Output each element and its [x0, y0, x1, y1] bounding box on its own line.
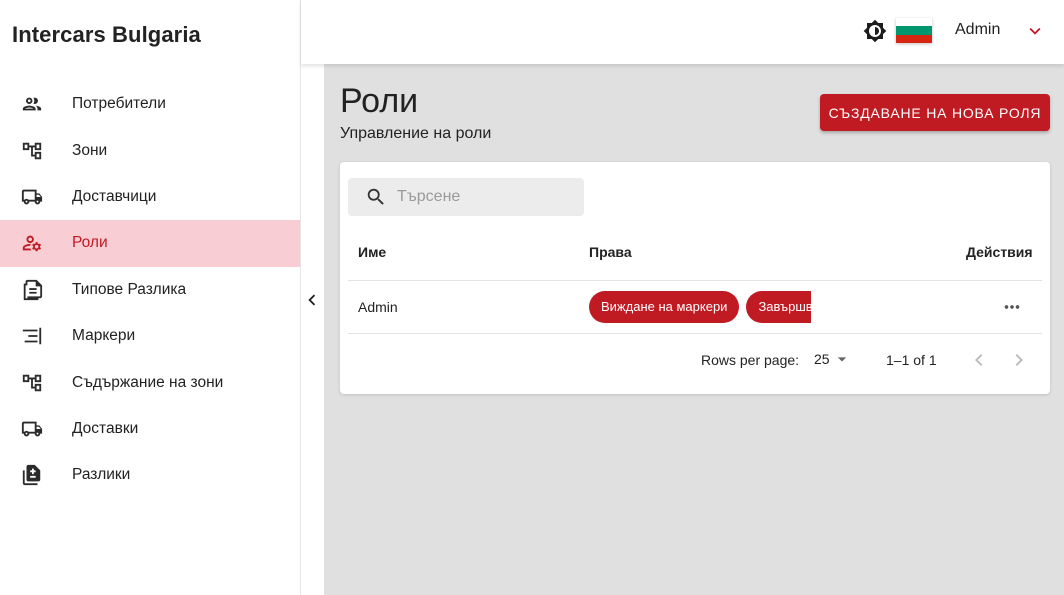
sidebar-item-roles[interactable]: Роли: [0, 220, 300, 267]
truck-icon: [0, 418, 72, 440]
column-header-name[interactable]: Име: [358, 244, 386, 260]
roles-table-card: Име Права Действия Admin Виждане на марк…: [340, 162, 1050, 394]
chevron-down-icon: [1029, 27, 1041, 35]
previous-page-button[interactable]: [967, 348, 991, 372]
sidebar-item-deliveries[interactable]: Доставки: [0, 406, 300, 452]
sidebar-item-label: Доставки: [72, 419, 139, 437]
align-end-icon: [0, 325, 72, 347]
user-menu-name[interactable]: Admin: [955, 21, 1000, 39]
users-icon: [0, 93, 72, 115]
page-subtitle: Управление на роли: [340, 125, 492, 142]
column-header-permissions[interactable]: Права: [589, 244, 632, 260]
user-gear-icon: [0, 232, 72, 254]
main-content: Роли Управление на роли СЪЗДАВАНЕ НА НОВ…: [324, 64, 1064, 595]
top-bar: Admin: [301, 0, 1064, 64]
sidebar-item-label: Съдържание на зони: [72, 373, 224, 391]
permission-chip: Виждане на маркери: [589, 291, 740, 323]
sidebar-item-differences[interactable]: Разлики: [0, 452, 300, 498]
sidebar-item-suppliers[interactable]: Доставчици: [0, 174, 300, 220]
rows-per-page-select[interactable]: 25: [814, 349, 852, 369]
column-header-actions: Действия: [966, 244, 1033, 260]
row-divider: [348, 333, 1042, 334]
sidebar-item-label: Разлики: [72, 466, 131, 484]
next-page-button[interactable]: [1007, 348, 1031, 372]
app-title: Intercars Bulgaria: [12, 22, 201, 47]
pagination-range: 1–1 of 1: [886, 352, 937, 368]
language-flag-bulgaria[interactable]: [896, 18, 932, 43]
sidebar-nav: Потребители Зони Доставчици Роли Типове …: [0, 81, 300, 499]
document-diff-icon: [0, 464, 72, 486]
sidebar-item-zones[interactable]: Зони: [0, 127, 300, 173]
search-box[interactable]: [348, 178, 584, 216]
permission-chip: Завършване: [746, 291, 811, 323]
tree-icon: [0, 372, 72, 394]
more-horizontal-icon: [1004, 305, 1020, 309]
sidebar-item-label: Потребители: [72, 95, 166, 113]
header-divider: [348, 280, 1042, 281]
collapse-sidebar-button[interactable]: [301, 286, 323, 314]
flag-stripe-green: [896, 26, 932, 35]
document-list-icon: [0, 279, 72, 301]
theme-toggle-button[interactable]: [863, 19, 887, 43]
page-title: Роли: [340, 82, 419, 120]
flag-stripe-white: [896, 18, 932, 27]
chevron-left-icon: [975, 354, 983, 366]
sidebar-item-users[interactable]: Потребители: [0, 81, 300, 127]
rows-per-page-label: Rows per page:: [701, 352, 800, 368]
truck-icon: [0, 186, 72, 208]
tree-icon: [0, 140, 72, 162]
search-input[interactable]: [397, 188, 567, 206]
search-icon: [365, 186, 387, 208]
brightness-icon: [863, 19, 887, 43]
create-role-button[interactable]: СЪЗДАВАНЕ НА НОВА РОЛЯ: [820, 94, 1050, 131]
sidebar: Intercars Bulgaria Потребители Зони Дост…: [0, 0, 301, 595]
sidebar-item-label: Доставчици: [72, 187, 157, 205]
role-name-cell: Admin: [358, 299, 398, 315]
sidebar-item-label: Зони: [72, 141, 108, 159]
sidebar-item-markers[interactable]: Маркери: [0, 313, 300, 359]
sidebar-item-label: Маркери: [72, 327, 136, 345]
sidebar-item-zone-content[interactable]: Съдържание на зони: [0, 359, 300, 405]
permissions-cell: Виждане на маркериЗавършване: [589, 291, 811, 323]
flag-stripe-red: [896, 34, 932, 43]
sidebar-item-label: Роли: [72, 234, 108, 252]
dropdown-arrow-icon: [837, 357, 846, 362]
sidebar-item-difference-types[interactable]: Типове Разлика: [0, 267, 300, 313]
user-menu-toggle[interactable]: [1024, 20, 1046, 42]
rows-per-page-value: 25: [814, 351, 830, 367]
row-actions-button[interactable]: [1000, 296, 1024, 318]
chevron-right-icon: [1015, 354, 1023, 366]
chevron-left-icon: [308, 294, 316, 306]
sidebar-item-label: Типове Разлика: [72, 280, 187, 298]
